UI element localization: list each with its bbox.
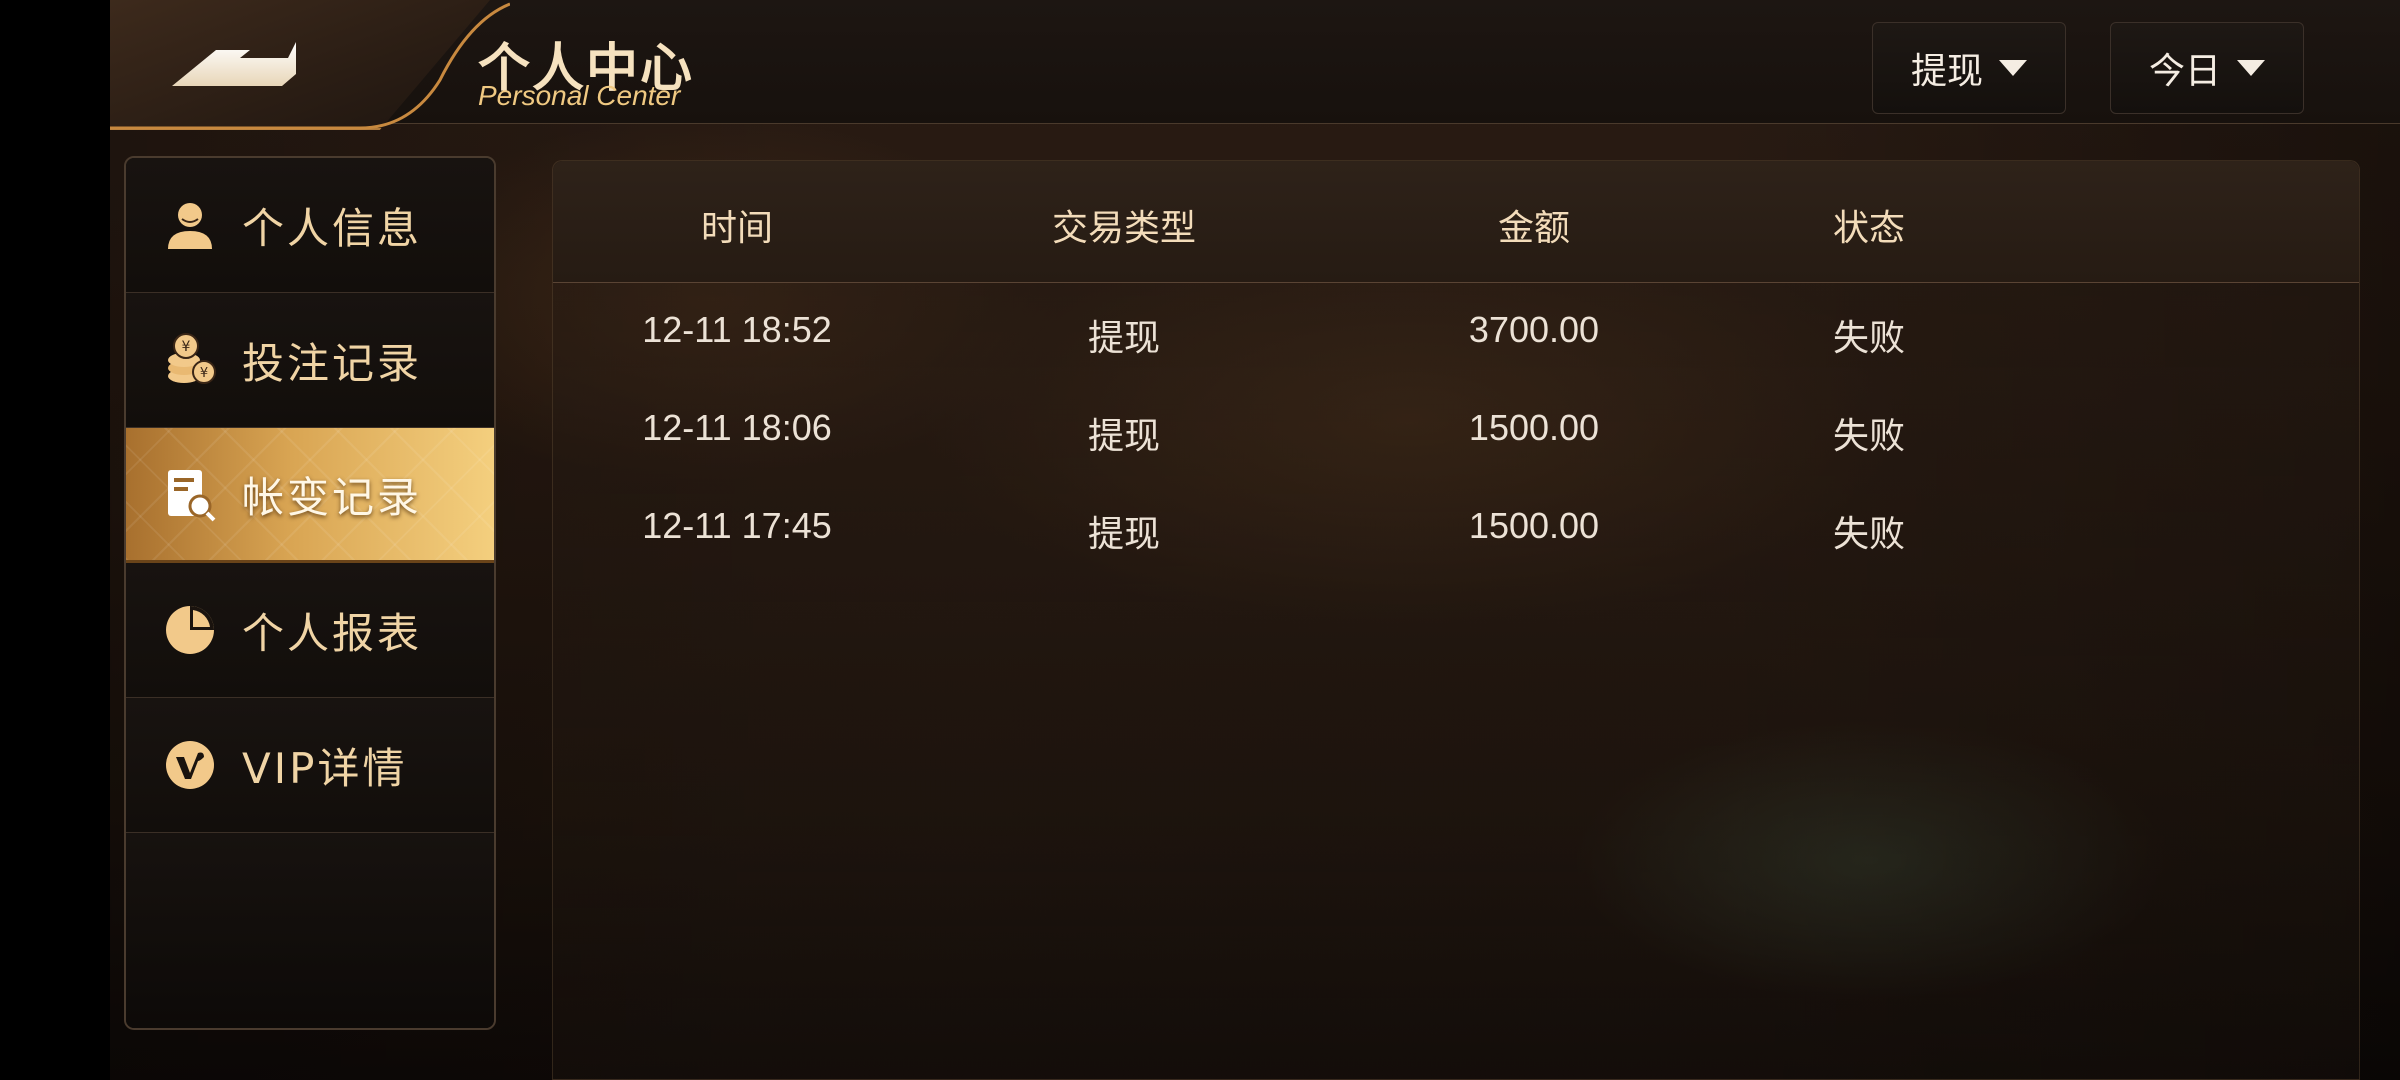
sidebar-item-account-changes[interactable]: 帐变记录 xyxy=(126,428,494,563)
left-black-bar xyxy=(0,0,110,1080)
sidebar-empty-area xyxy=(126,833,494,1028)
vip-badge-icon xyxy=(162,737,218,793)
svg-text:¥: ¥ xyxy=(200,366,208,381)
cell-amount: 1500.00 xyxy=(1468,505,1600,546)
screen: 个人中心 Personal Center 提现 今日 个人信息 ¥ ¥ 投注记录… xyxy=(110,0,2400,1080)
header-bar: 个人中心 Personal Center 提现 今日 xyxy=(110,0,2400,130)
cell-time: 12-11 18:52 xyxy=(642,309,832,350)
column-header-amount: 金额 xyxy=(1497,208,1571,249)
cell-type: 提现 xyxy=(1087,317,1161,358)
chevron-down-icon xyxy=(1999,60,2027,76)
user-icon xyxy=(162,197,218,253)
table-header: 时间 交易类型 金额 状态 xyxy=(553,161,2359,283)
cell-status: 失败 xyxy=(1832,513,1906,554)
column-header-status: 状态 xyxy=(1832,208,1906,249)
svg-text:¥: ¥ xyxy=(182,339,191,355)
pie-chart-icon xyxy=(162,602,218,658)
table-row: 12-11 18:52 提现 3700.00 失败 xyxy=(553,283,2359,381)
sidebar-item-label: 帐变记录 xyxy=(242,472,423,522)
sidebar-item-personal-report[interactable]: 个人报表 xyxy=(126,563,494,698)
coins-icon: ¥ ¥ xyxy=(162,332,218,388)
records-table: 时间 交易类型 金额 状态 12-11 18:52 提现 3700.00 失败 … xyxy=(552,160,2360,1080)
cell-type: 提现 xyxy=(1087,513,1161,554)
cell-amount: 1500.00 xyxy=(1468,407,1600,448)
sidebar-item-personal-info[interactable]: 个人信息 xyxy=(126,158,494,293)
table-row: 12-11 17:45 提现 1500.00 失败 xyxy=(553,479,2359,577)
table-row: 12-11 18:06 提现 1500.00 失败 xyxy=(553,381,2359,479)
date-range-dropdown[interactable]: 今日 xyxy=(2110,22,2304,114)
transaction-type-dropdown[interactable]: 提现 xyxy=(1872,22,2066,114)
cell-type: 提现 xyxy=(1087,415,1161,456)
search-document-icon xyxy=(162,466,218,522)
sidebar-item-vip-details[interactable]: VIP详情 xyxy=(126,698,494,833)
column-header-type: 交易类型 xyxy=(1051,208,1197,249)
cell-status: 失败 xyxy=(1832,415,1906,456)
cell-time: 12-11 17:45 xyxy=(642,505,832,546)
sidebar-item-label: VIP详情 xyxy=(242,743,408,793)
cell-status: 失败 xyxy=(1832,317,1906,358)
page-subtitle: Personal Center xyxy=(478,80,681,111)
sidebar-item-label: 个人报表 xyxy=(242,608,423,658)
back-arrow-icon[interactable] xyxy=(170,30,310,94)
chevron-down-icon xyxy=(2237,60,2265,76)
sidebar-item-label: 个人信息 xyxy=(242,203,423,253)
transaction-type-value: 提现 xyxy=(1910,51,1983,92)
column-header-time: 时间 xyxy=(700,208,774,249)
sidebar-item-label: 投注记录 xyxy=(242,338,423,388)
cell-time: 12-11 18:06 xyxy=(642,407,832,448)
date-range-value: 今日 xyxy=(2148,51,2221,92)
sidebar-item-bet-records[interactable]: ¥ ¥ 投注记录 xyxy=(126,293,494,428)
sidebar-menu: 个人信息 ¥ ¥ 投注记录 帐变记录 个人报表 VIP详情 xyxy=(124,156,496,1030)
cell-amount: 3700.00 xyxy=(1468,309,1600,350)
